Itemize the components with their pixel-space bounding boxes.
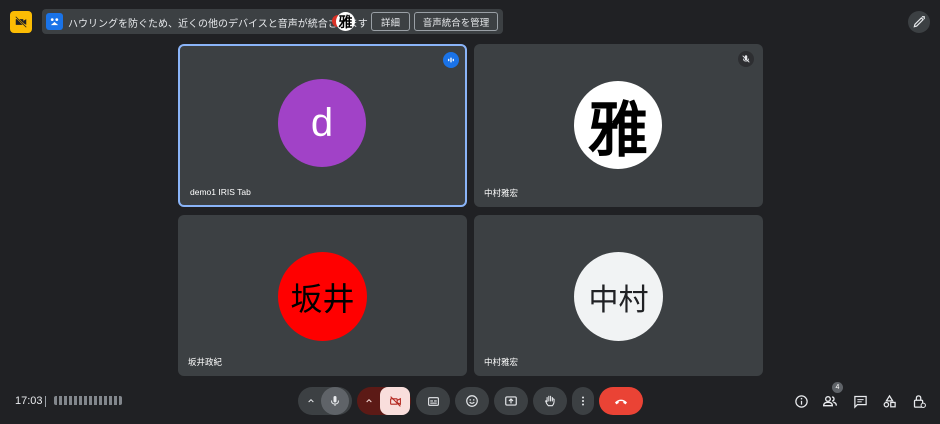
captions-icon — [427, 396, 439, 406]
speaking-indicator — [443, 52, 459, 68]
emoji-icon — [466, 395, 478, 407]
mic-button[interactable] — [321, 387, 349, 415]
host-controls-icon — [913, 394, 926, 408]
camera-status-button[interactable] — [10, 11, 32, 33]
audio-merge-icon — [46, 13, 63, 30]
meeting-time: 17:03 — [15, 395, 43, 407]
banner-message: ハウリングを防ぐため、近くの他のデバイスと音声が統合されます — [68, 19, 368, 30]
raise-hand-icon — [545, 395, 555, 407]
mic-muted-icon — [738, 51, 754, 67]
participant-tile-4[interactable]: 中村 中村雅宏 — [474, 215, 763, 376]
participant-name: 坂井政紀 — [188, 357, 223, 367]
end-call-button[interactable] — [599, 387, 643, 415]
activities-button[interactable] — [880, 392, 898, 410]
participant-name: 中村雅宏 — [484, 357, 519, 367]
annotate-button[interactable] — [908, 11, 930, 33]
details-button[interactable]: 詳細 — [371, 12, 410, 31]
camera-off-icon — [389, 395, 401, 407]
present-button[interactable] — [494, 387, 528, 415]
people-count-badge: 4 — [832, 382, 843, 393]
avatar: 雅 — [574, 81, 662, 169]
more-icon — [582, 396, 584, 406]
raise-hand-button[interactable] — [533, 387, 567, 415]
host-controls-button[interactable] — [910, 392, 928, 410]
participant-tile-2[interactable]: 雅 中村雅宏 — [474, 44, 763, 207]
divider — [45, 396, 46, 407]
chat-icon — [853, 395, 867, 409]
chevron-up-icon[interactable] — [358, 397, 380, 405]
people-icon — [822, 396, 837, 407]
activities-icon — [883, 394, 896, 407]
meeting-details-button[interactable] — [792, 392, 810, 410]
participant-tile-3[interactable]: 坂井 坂井政紀 — [178, 215, 467, 376]
info-icon — [794, 394, 808, 408]
audio-merge-banner: ハウリングを防ぐため、近くの他のデバイスと音声が統合されます 雅 詳細 音声統合… — [42, 9, 503, 34]
end-call-icon — [615, 399, 627, 405]
captions-button[interactable] — [416, 387, 450, 415]
pen-icon — [913, 16, 925, 28]
participant-name: 中村雅宏 — [484, 188, 519, 198]
more-options-button[interactable] — [572, 387, 594, 415]
chevron-up-icon[interactable] — [301, 397, 321, 405]
people-button[interactable] — [821, 392, 839, 410]
avatar: 中村 — [574, 252, 663, 341]
chat-button[interactable] — [851, 392, 869, 410]
avatar: d — [278, 79, 366, 167]
manage-audio-merge-button[interactable]: 音声統合を管理 — [414, 12, 498, 31]
participant-name: demo1 IRIS Tab — [190, 187, 251, 197]
mic-control-group — [298, 387, 352, 415]
present-icon — [505, 396, 517, 406]
camera-button[interactable] — [380, 387, 410, 415]
banner-avatar: 雅 — [336, 12, 355, 31]
reactions-button[interactable] — [455, 387, 489, 415]
mic-icon — [331, 396, 339, 406]
camera-control-group — [357, 387, 411, 415]
camera-off-warning-icon — [15, 16, 27, 28]
meeting-code-redacted — [54, 396, 122, 405]
avatar: 坂井 — [278, 252, 367, 341]
participant-tile-1[interactable]: d demo1 IRIS Tab — [178, 44, 467, 207]
